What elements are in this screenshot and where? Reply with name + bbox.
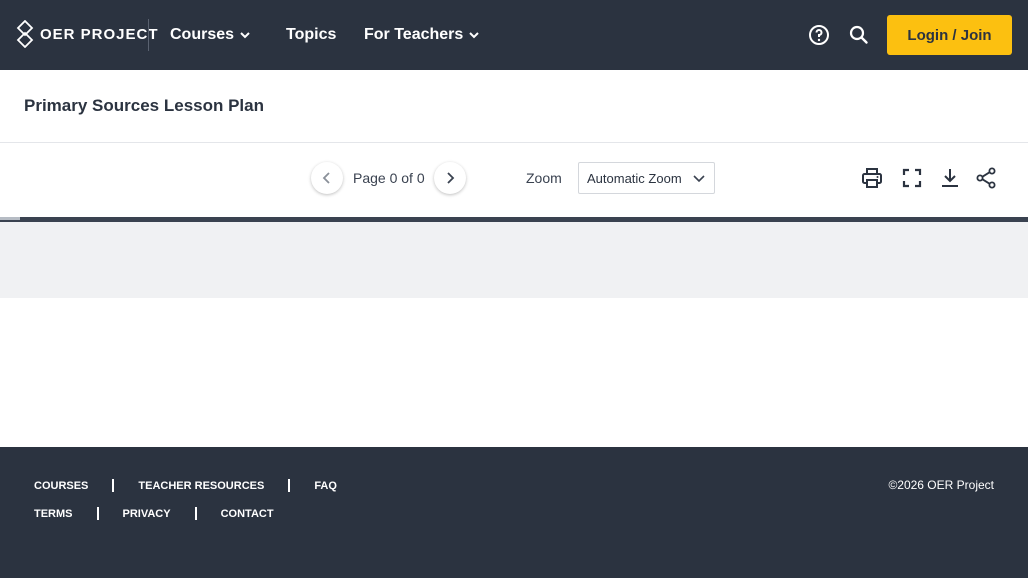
nav-courses-label: Courses: [170, 26, 235, 43]
pdf-toolbar: Page 0 of 0 Zoom Automatic Zoom: [0, 144, 1028, 218]
nav-topics-label: Topics: [286, 26, 337, 43]
share-icon[interactable]: [974, 166, 998, 190]
logo-divider: [148, 19, 149, 51]
footer-link-terms[interactable]: TERMS: [34, 508, 73, 520]
zoom-select[interactable]: Automatic Zoom: [578, 162, 715, 194]
footer-link-contact[interactable]: CONTACT: [221, 508, 274, 520]
previous-page-button[interactable]: [311, 162, 343, 194]
footer-links-row: COURSES TEACHER RESOURCES FAQ: [34, 479, 337, 492]
page-indicator: Page 0 of 0: [353, 170, 425, 186]
footer-link-courses[interactable]: COURSES: [34, 480, 88, 492]
footer: COURSES TEACHER RESOURCES FAQ TERMS PRIV…: [0, 447, 1028, 578]
copyright-text: ©2026 OER Project: [888, 478, 994, 492]
footer-separator: [112, 479, 115, 492]
next-page-button[interactable]: [434, 162, 466, 194]
login-join-button[interactable]: Login / Join: [887, 15, 1012, 55]
nav-topics[interactable]: Topics: [286, 0, 336, 70]
footer-link-faq[interactable]: FAQ: [314, 480, 337, 492]
chevron-left-icon: [322, 172, 330, 184]
nav-for-teachers[interactable]: For Teachers: [364, 0, 481, 70]
footer-separator: [288, 479, 291, 492]
help-icon[interactable]: [807, 23, 831, 47]
page-title: Primary Sources Lesson Plan: [24, 96, 264, 115]
chevron-right-icon: [447, 172, 455, 184]
oer-project-logo[interactable]: OER PROJECT: [16, 20, 159, 48]
footer-separator: [96, 507, 99, 520]
chevron-down-icon: [469, 32, 480, 39]
footer-separator: [194, 507, 197, 520]
download-icon[interactable]: [938, 166, 962, 190]
chevron-down-icon: [240, 32, 250, 39]
title-bar: Primary Sources Lesson Plan: [0, 70, 1028, 143]
footer-links-row: TERMS PRIVACY CONTACT: [34, 507, 274, 520]
logo-text: OER PROJECT: [40, 25, 159, 43]
logo-mark-icon: [16, 20, 34, 48]
fullscreen-icon[interactable]: [900, 166, 924, 190]
footer-link-privacy[interactable]: PRIVACY: [123, 508, 171, 520]
nav-for-teachers-label: For Teachers: [364, 26, 464, 43]
zoom-label: Zoom: [526, 170, 562, 186]
footer-link-teacher-resources[interactable]: TEACHER RESOURCES: [138, 480, 264, 492]
loading-progress-fill: [0, 217, 20, 220]
pdf-viewer-area[interactable]: [0, 222, 1028, 298]
top-navigation: OER PROJECT Courses Topics For Teachers …: [0, 0, 1028, 70]
search-icon[interactable]: [848, 24, 870, 46]
chevron-down-icon: [693, 175, 705, 183]
nav-courses[interactable]: Courses: [170, 0, 252, 70]
print-icon[interactable]: [860, 166, 884, 190]
zoom-value: Automatic Zoom: [587, 170, 682, 186]
content-area: [0, 298, 1028, 447]
